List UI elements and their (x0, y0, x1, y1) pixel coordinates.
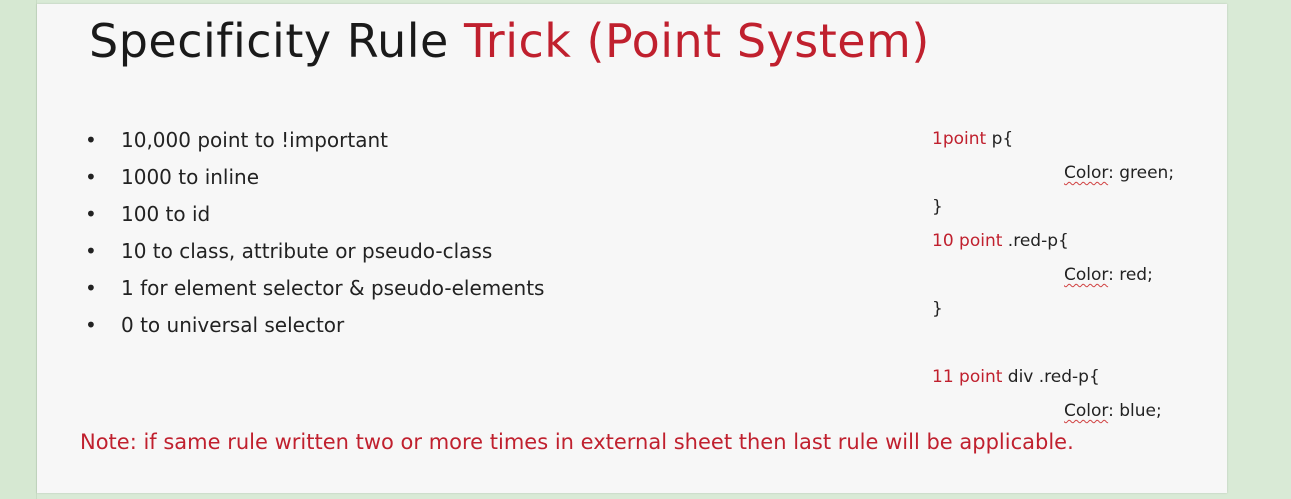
code-selector: p{ (986, 129, 1014, 149)
slide-title: Specificity Rule Trick (Point System) (89, 14, 930, 68)
code-property: Color (1064, 401, 1109, 421)
list-item: • 1000 to inline (85, 159, 544, 196)
list-item: • 100 to id (85, 196, 544, 233)
bullet-icon: • (85, 165, 97, 189)
code-selector: div .red-p{ (1002, 367, 1100, 387)
bullet-icon: • (85, 313, 97, 337)
code-property: Color (1064, 265, 1109, 285)
right-panel-strip (1228, 0, 1291, 499)
code-line: 1point p{ (932, 122, 1232, 156)
list-item: • 0 to universal selector (85, 307, 544, 344)
points-label: 1point (932, 129, 987, 149)
code-line: 11 point div .red-p{ (932, 360, 1232, 394)
list-item: • 1 for element selector & pseudo-element… (85, 270, 544, 307)
code-line: Color: blue; (932, 394, 1232, 428)
left-panel-strip (0, 0, 37, 499)
code-example: 1point p{ Color: green; } 10 point .red-… (932, 122, 1232, 428)
code-value: : green; (1108, 163, 1175, 183)
code-brace: } (932, 197, 943, 217)
code-line: Color: green; (932, 156, 1232, 190)
bullet-text: 10,000 point to !important (121, 128, 388, 152)
code-property: Color (1064, 163, 1109, 183)
code-line: } (932, 190, 1232, 224)
bullet-icon: • (85, 276, 97, 300)
code-value: : blue; (1108, 401, 1162, 421)
bullet-list: • 10,000 point to !important • 1000 to inl… (85, 122, 544, 344)
title-accent: Trick (Point System) (463, 14, 930, 68)
bullet-text: 1 for element selector & pseudo-elements (121, 276, 545, 300)
code-selector: .red-p{ (1002, 231, 1069, 251)
bullet-text: 10 to class, attribute or pseudo-class (121, 239, 493, 263)
bullet-icon: • (85, 128, 97, 152)
title-main: Specificity Rule (89, 14, 464, 68)
slide: Specificity Rule Trick (Point System) • 1… (37, 4, 1227, 493)
bullet-text: 100 to id (121, 202, 211, 226)
points-label: 11 point (932, 367, 1003, 387)
list-item: • 10 to class, attribute or pseudo-class (85, 233, 544, 270)
points-label: 10 point (932, 231, 1003, 251)
bullet-icon: • (85, 202, 97, 226)
code-line: 10 point .red-p{ (932, 224, 1232, 258)
note-text: Note: if same rule written two or more t… (80, 430, 1074, 454)
code-brace: } (932, 299, 943, 319)
bullet-text: 0 to universal selector (121, 313, 345, 337)
code-line: Color: red; (932, 258, 1232, 292)
code-value: : red; (1108, 265, 1153, 285)
bullet-text: 1000 to inline (121, 165, 260, 189)
list-item: • 10,000 point to !important (85, 122, 544, 159)
code-line: } (932, 292, 1232, 326)
code-gap (932, 326, 1232, 360)
bullet-icon: • (85, 239, 97, 263)
